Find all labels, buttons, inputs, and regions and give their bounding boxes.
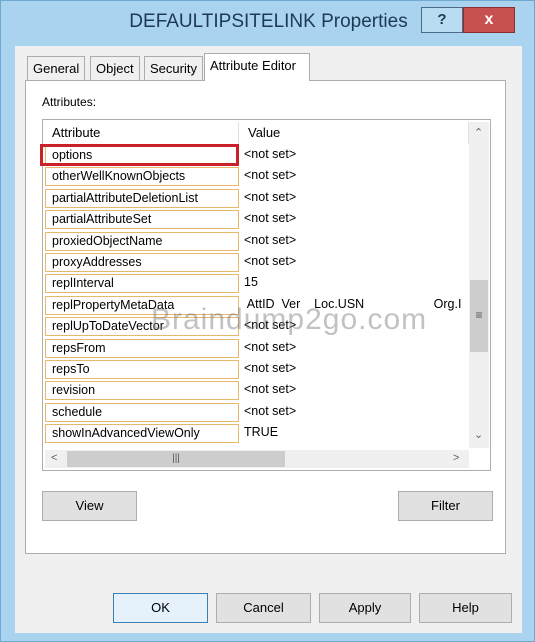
- attribute-value: <not set>: [244, 403, 297, 418]
- attribute-row[interactable]: proxiedObjectName <not set>: [43, 231, 468, 252]
- attribute-row[interactable]: revision <not set>: [43, 380, 468, 401]
- tab-security[interactable]: Security: [144, 56, 203, 81]
- tab-general[interactable]: General: [27, 56, 86, 81]
- attribute-row[interactable]: proxyAddresses <not set>: [43, 252, 468, 273]
- attribute-value: <not set>: [244, 232, 297, 247]
- help-button[interactable]: Help: [419, 593, 512, 623]
- horizontal-scroll-thumb[interactable]: |||: [67, 451, 285, 467]
- attribute-value: <not set>: [244, 189, 297, 204]
- attribute-row[interactable]: otherWellKnownObjects <not set>: [43, 166, 468, 187]
- attribute-name: repsFrom: [45, 338, 239, 358]
- attribute-row[interactable]: partialAttributeDeletionList <not set>: [43, 188, 468, 209]
- cancel-button[interactable]: Cancel: [216, 593, 311, 623]
- attribute-value: <not set>: [244, 361, 297, 375]
- attribute-row[interactable]: schedule <not set>: [43, 402, 468, 423]
- vertical-scroll-thumb[interactable]: ≡: [470, 280, 488, 352]
- properties-dialog: DEFAULTIPSITELINK Properties ? x General…: [0, 0, 535, 642]
- attribute-value: <not set>: [244, 254, 297, 268]
- watermark: Braindump2go.com: [151, 303, 428, 336]
- column-header-attribute[interactable]: Attribute: [43, 122, 239, 144]
- scroll-right-icon[interactable]: >: [453, 452, 459, 464]
- close-button[interactable]: x: [463, 7, 515, 33]
- attribute-row[interactable]: options <not set>: [40, 144, 468, 166]
- attributes-label: Attributes:: [42, 95, 97, 109]
- scroll-left-icon[interactable]: <: [51, 452, 57, 464]
- filter-button[interactable]: Filter: [398, 491, 493, 521]
- attribute-name: proxiedObjectName: [45, 231, 239, 251]
- column-header-value[interactable]: Value: [239, 122, 469, 144]
- attribute-row[interactable]: replInterval 15: [43, 273, 468, 294]
- highlight-box: [40, 144, 239, 166]
- vertical-scrollbar[interactable]: ⌃ ≡ ⌄: [469, 122, 489, 448]
- attribute-name: partialAttributeSet: [45, 210, 239, 230]
- attribute-value: <not set>: [244, 339, 297, 354]
- apply-button[interactable]: Apply: [319, 593, 411, 623]
- attribute-name: otherWellKnownObjects: [45, 167, 239, 187]
- attribute-value: TRUE: [244, 425, 279, 440]
- scroll-up-icon[interactable]: ⌃: [474, 126, 483, 139]
- attribute-name: revision: [45, 381, 239, 401]
- attribute-name: replInterval: [45, 274, 239, 294]
- attribute-row[interactable]: showInAdvancedViewOnly TRUE: [43, 423, 468, 444]
- attribute-name: repsTo: [45, 360, 239, 379]
- attribute-row[interactable]: repsFrom <not set>: [43, 338, 468, 359]
- tab-object[interactable]: Object: [90, 56, 140, 81]
- attribute-name: proxyAddresses: [45, 253, 239, 272]
- help-title-button[interactable]: ?: [421, 7, 463, 33]
- attribute-value: <not set>: [244, 211, 297, 226]
- attribute-row[interactable]: repsTo <not set>: [43, 359, 468, 380]
- attribute-name: showInAdvancedViewOnly: [45, 424, 239, 444]
- attribute-value: <not set>: [244, 168, 297, 183]
- attribute-name: schedule: [45, 402, 239, 422]
- attribute-name: partialAttributeDeletionList: [45, 188, 239, 208]
- attributes-list[interactable]: Attribute Value ⌃ ≡ ⌄ < ||| > options <no…: [40, 119, 491, 471]
- attribute-value: <not set>: [244, 147, 297, 161]
- tab-attribute-editor[interactable]: Attribute Editor: [204, 53, 310, 81]
- ok-button[interactable]: OK: [113, 593, 208, 623]
- attribute-value: <not set>: [244, 382, 297, 397]
- scroll-down-icon[interactable]: ⌄: [474, 428, 483, 441]
- horizontal-scrollbar[interactable]: < ||| >: [45, 450, 469, 468]
- attribute-row[interactable]: partialAttributeSet <not set>: [43, 209, 468, 230]
- view-button[interactable]: View: [42, 491, 137, 521]
- attribute-value: 15: [244, 275, 258, 290]
